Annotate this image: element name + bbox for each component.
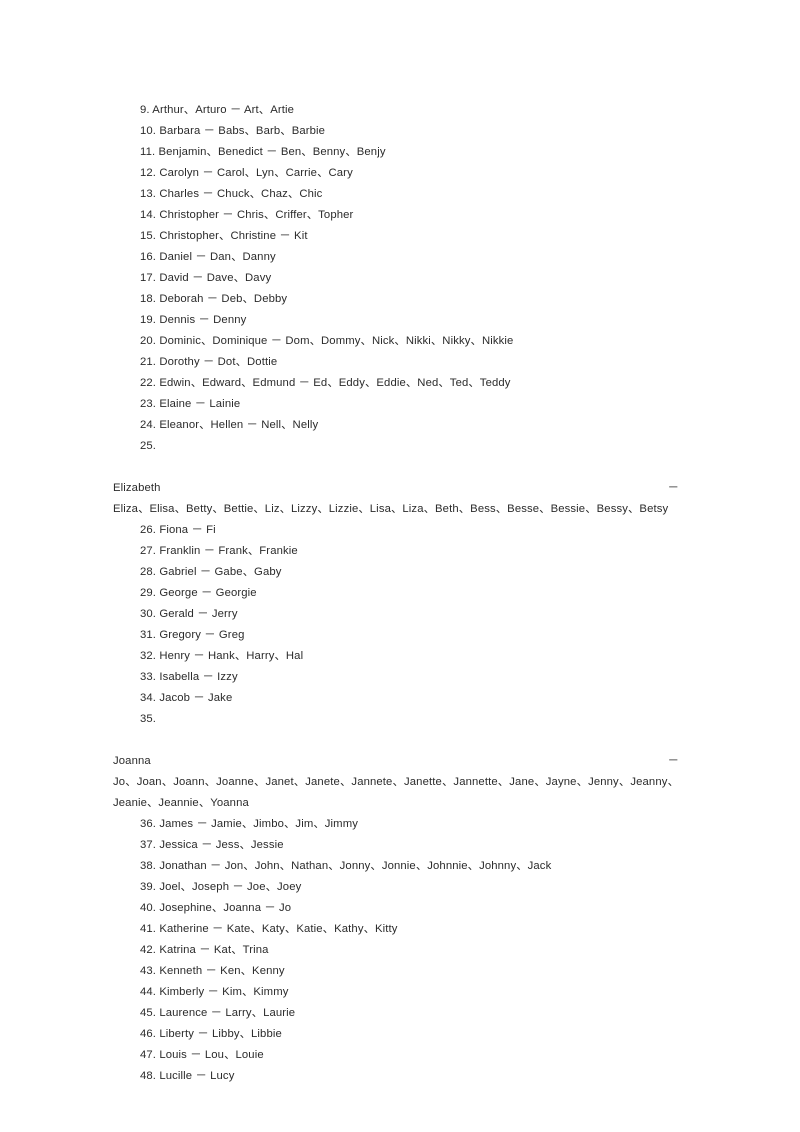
list-item: 24. Eleanor、Hellen － Nell、Nelly [140,419,319,431]
list-item: 12. Carolyn － Carol、Lyn、Carrie、Cary [140,167,353,179]
list-item: 43. Kenneth － Ken、Kenny [140,965,285,977]
list-item: 20. Dominic、Dominique － Dom、Dommy、Nick、N… [140,335,514,347]
list-item: 45. Laurence － Larry、Laurie [140,1007,296,1019]
list-item: 30. Gerald － Jerry [140,608,238,620]
list-item: 16. Daniel － Dan、Danny [140,251,276,263]
list-item: 18. Deborah － Deb、Debby [140,293,288,305]
list-item: 26. Fiona － Fi [140,524,216,536]
list-item: 23. Elaine － Lainie [140,398,241,410]
list-item: 40. Josephine、Joanna － Jo [140,902,292,914]
list-item: 25. Elizabeth － Eliza、Elisa、Betty、Bettie、L… [113,436,679,520]
list-item: 41. Katherine － Kate、Katy、Katie、Kathy、Ki… [140,923,398,935]
list-item: 42. Katrina － Kat、Trina [140,944,269,956]
list-item: 35. Joanna － Jo、Joan、Joann、Joanne、Janet、Ja… [113,709,679,814]
list-item-headline: 35. Joanna － [113,709,679,772]
list-item-number: 35. [140,713,157,725]
list-item: 17. David － Dave、Davy [140,272,272,284]
list-item: 22. Edwin、Edward、Edmund － Ed、Eddy、Eddie、… [140,377,511,389]
list-item-name: Elizabeth － [113,482,679,494]
list-item-nicknames: Jo、Joan、Joann、Joanne、Janet、Janete、Jannet… [113,776,679,809]
list-item: 31. Gregory － Greg [140,629,245,641]
list-item: 33. Isabella － Izzy [140,671,238,683]
list-item: 11. Benjamin、Benedict － Ben、Benny、Benjy [140,146,386,158]
list-item: 36. James － Jamie、Jimbo、Jim、Jimmy [140,818,359,830]
list-item: 38. Jonathan － Jon、John、Nathan、Jonny、Jon… [140,860,552,872]
nickname-list: 9. Arthur、Arturo － Art、Artie 10. Barbara … [113,100,679,1087]
list-item: 27. Franklin － Frank、Frankie [140,545,298,557]
list-item: 28. Gabriel － Gabe、Gaby [140,566,282,578]
list-item-headline: 25. Elizabeth － [113,436,679,499]
list-item: 47. Louis － Lou、Louie [140,1049,264,1061]
list-item: 9. Arthur、Arturo － Art、Artie [140,104,295,116]
list-item: 46. Liberty － Libby、Libbie [140,1028,282,1040]
list-item: 21. Dorothy － Dot、Dottie [140,356,278,368]
list-item-number: 25. [140,440,157,452]
list-item: 14. Christopher － Chris、Criffer、Topher [140,209,354,221]
document-page: 9. Arthur、Arturo － Art、Artie 10. Barbara … [0,0,800,1132]
list-item: 48. Lucille － Lucy [140,1070,235,1082]
list-item-name: Joanna － [113,755,679,767]
list-item: 32. Henry － Hank、Harry、Hal [140,650,304,662]
list-item: 19. Dennis － Denny [140,314,247,326]
list-item: 10. Barbara － Babs、Barb、Barbie [140,125,326,137]
list-item: 34. Jacob － Jake [140,692,233,704]
list-item: 15. Christopher、Christine － Kit [140,230,308,242]
list-item-nicknames: Eliza、Elisa、Betty、Bettie、Liz、Lizzy、Lizzi… [113,503,669,515]
list-item: 44. Kimberly － Kim、Kimmy [140,986,289,998]
list-item: 39. Joel、Joseph － Joe、Joey [140,881,302,893]
list-item: 37. Jessica － Jess、Jessie [140,839,284,851]
list-item: 13. Charles － Chuck、Chaz、Chic [140,188,323,200]
list-item: 29. George － Georgie [140,587,257,599]
